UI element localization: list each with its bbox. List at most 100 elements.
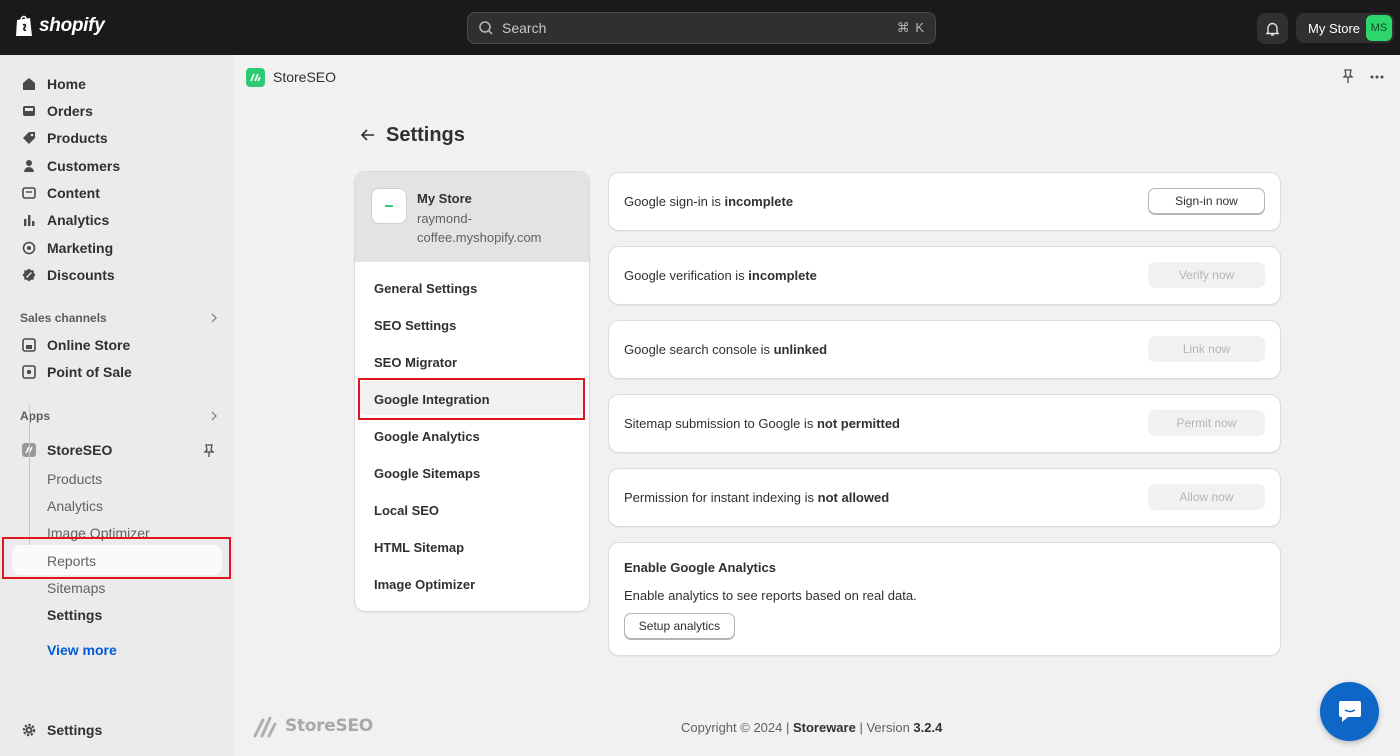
- sidebar-item-products[interactable]: Products: [12, 125, 222, 151]
- chevron-right-icon: [211, 411, 217, 421]
- sidebar-item-label: Online Store: [47, 337, 131, 353]
- link-button[interactable]: Link now: [1148, 336, 1265, 362]
- store-menu-button[interactable]: My Store MS: [1296, 13, 1394, 43]
- search-input[interactable]: Search ⌘ K: [467, 12, 936, 44]
- sidebar-item-label: Home: [47, 76, 86, 92]
- storeseo-footer-logo: StoreSEO: [253, 714, 373, 738]
- store-header: My Store raymond-coffee.myshopify.com: [355, 172, 589, 262]
- notifications-button[interactable]: [1257, 13, 1288, 44]
- sidebar-item-label: Point of Sale: [47, 364, 132, 380]
- menu-item-local-seo[interactable]: Local SEO: [374, 503, 439, 518]
- sidebar-item-home[interactable]: Home: [12, 71, 222, 97]
- sidebar-item-online-store[interactable]: Online Store: [12, 332, 222, 358]
- status-value: incomplete: [748, 268, 817, 283]
- store-icon: [22, 338, 36, 352]
- chat-icon: [1338, 700, 1361, 722]
- pin-icon[interactable]: [203, 444, 215, 458]
- menu-item-google-analytics[interactable]: Google Analytics: [374, 429, 480, 444]
- sidebar-item-label: Analytics: [47, 212, 110, 228]
- status-text: Google verification is incomplete: [624, 268, 817, 283]
- shopify-logo[interactable]: shopify: [14, 14, 105, 38]
- menu-item-seo-migrator[interactable]: SEO Migrator: [374, 355, 457, 370]
- status-value: incomplete: [724, 194, 794, 209]
- back-arrow-icon[interactable]: [360, 127, 376, 143]
- sidebar-item-orders[interactable]: Orders: [12, 98, 222, 124]
- verify-button[interactable]: Verify now: [1148, 262, 1265, 288]
- section-label: Apps: [20, 409, 50, 423]
- sidebar-subitem-settings[interactable]: Settings: [47, 607, 102, 623]
- copyright: Copyright © 2024 | Storeware | Version 3…: [681, 720, 943, 735]
- pos-icon: [22, 365, 36, 379]
- chevron-right-icon: [211, 313, 217, 323]
- status-text: Google search console is unlinked: [624, 342, 828, 357]
- home-icon: [22, 77, 36, 91]
- app-header: StoreSEO: [233, 55, 1400, 99]
- section-label: Sales channels: [20, 311, 107, 325]
- sidebar-subitem-products[interactable]: Products: [47, 471, 102, 487]
- sidebar-item-point-of-sale[interactable]: Point of Sale: [12, 359, 222, 385]
- search-console-card: Google search console is unlinked Link n…: [609, 321, 1280, 378]
- apps-header[interactable]: Apps: [20, 409, 218, 423]
- menu-item-google-sitemaps[interactable]: Google Sitemaps: [374, 466, 480, 481]
- sidebar-item-label: Marketing: [47, 240, 114, 256]
- brand-name: shopify: [39, 15, 105, 36]
- bar-chart-icon: [22, 213, 36, 227]
- version-number: 3.2.4: [913, 720, 943, 735]
- pin-icon[interactable]: [1341, 69, 1355, 84]
- menu-item-general-settings[interactable]: General Settings: [374, 281, 477, 296]
- menu-item-seo-settings[interactable]: SEO Settings: [374, 318, 456, 333]
- storeseo-logo-icon: [246, 68, 265, 87]
- sales-channels-header[interactable]: Sales channels: [20, 311, 218, 325]
- sidebar-item-analytics[interactable]: Analytics: [12, 207, 222, 233]
- sign-in-button[interactable]: Sign-in now: [1148, 188, 1265, 214]
- sidebar-item-customers[interactable]: Customers: [12, 153, 222, 179]
- highlight-box: [2, 537, 231, 579]
- sidebar-item-label: StoreSEO: [47, 442, 113, 458]
- search-shortcut: ⌘ K: [896, 20, 925, 35]
- top-bar: shopify Search ⌘ K My Store MS: [0, 0, 1400, 55]
- content-icon: [22, 186, 36, 200]
- sidebar-item-content[interactable]: Content: [12, 180, 222, 206]
- more-options-icon[interactable]: [1369, 69, 1385, 84]
- sidebar-item-label: Content: [47, 185, 100, 201]
- sidebar-subitem-analytics[interactable]: Analytics: [47, 498, 103, 514]
- store-name: My Store: [1308, 20, 1361, 36]
- sidebar-item-discounts[interactable]: Discounts: [12, 262, 222, 288]
- status-text: Permission for instant indexing is not a…: [624, 490, 890, 505]
- shopify-bag-icon: [16, 15, 32, 36]
- permit-button[interactable]: Permit now: [1148, 410, 1265, 436]
- orders-icon: [22, 104, 36, 118]
- card-description: Enable analytics to see reports based on…: [624, 588, 917, 603]
- allow-button[interactable]: Allow now: [1148, 484, 1265, 510]
- gear-icon: [22, 723, 36, 737]
- view-more-link[interactable]: View more: [47, 642, 117, 658]
- avatar: MS: [1366, 15, 1392, 41]
- person-icon: [22, 159, 36, 173]
- store-domain: raymond-coffee.myshopify.com: [417, 211, 542, 245]
- sidebar-item-label: Settings: [47, 722, 103, 738]
- menu-item-image-optimizer[interactable]: Image Optimizer: [374, 577, 475, 592]
- app-title: StoreSEO: [273, 69, 337, 85]
- menu-item-html-sitemap[interactable]: HTML Sitemap: [374, 540, 464, 555]
- sitemap-submission-card: Sitemap submission to Google is not perm…: [609, 395, 1280, 452]
- discount-icon: [22, 268, 36, 282]
- sidebar-item-label: Customers: [47, 158, 121, 174]
- storeseo-mark-icon: [253, 716, 277, 738]
- tree-line: [29, 405, 30, 553]
- page-title: Settings: [386, 124, 465, 146]
- bell-icon: [1265, 22, 1280, 36]
- company-name: Storeware: [792, 720, 856, 735]
- search-icon: [479, 21, 493, 35]
- setup-analytics-button[interactable]: Setup analytics: [624, 613, 735, 639]
- chat-button[interactable]: [1320, 682, 1379, 741]
- sidebar-item-storeseo[interactable]: StoreSEO: [12, 437, 222, 463]
- search-placeholder: Search: [502, 20, 547, 36]
- status-value: unlinked: [773, 342, 828, 357]
- status-value: not permitted: [816, 416, 900, 431]
- sidebar-item-marketing[interactable]: Marketing: [12, 235, 222, 261]
- sidebar-subitem-sitemaps[interactable]: Sitemaps: [47, 580, 105, 596]
- instant-indexing-card: Permission for instant indexing is not a…: [609, 469, 1280, 526]
- google-verification-card: Google verification is incomplete Verify…: [609, 247, 1280, 304]
- sidebar-item-settings[interactable]: Settings: [12, 717, 222, 743]
- sidebar-item-label: Products: [47, 130, 108, 146]
